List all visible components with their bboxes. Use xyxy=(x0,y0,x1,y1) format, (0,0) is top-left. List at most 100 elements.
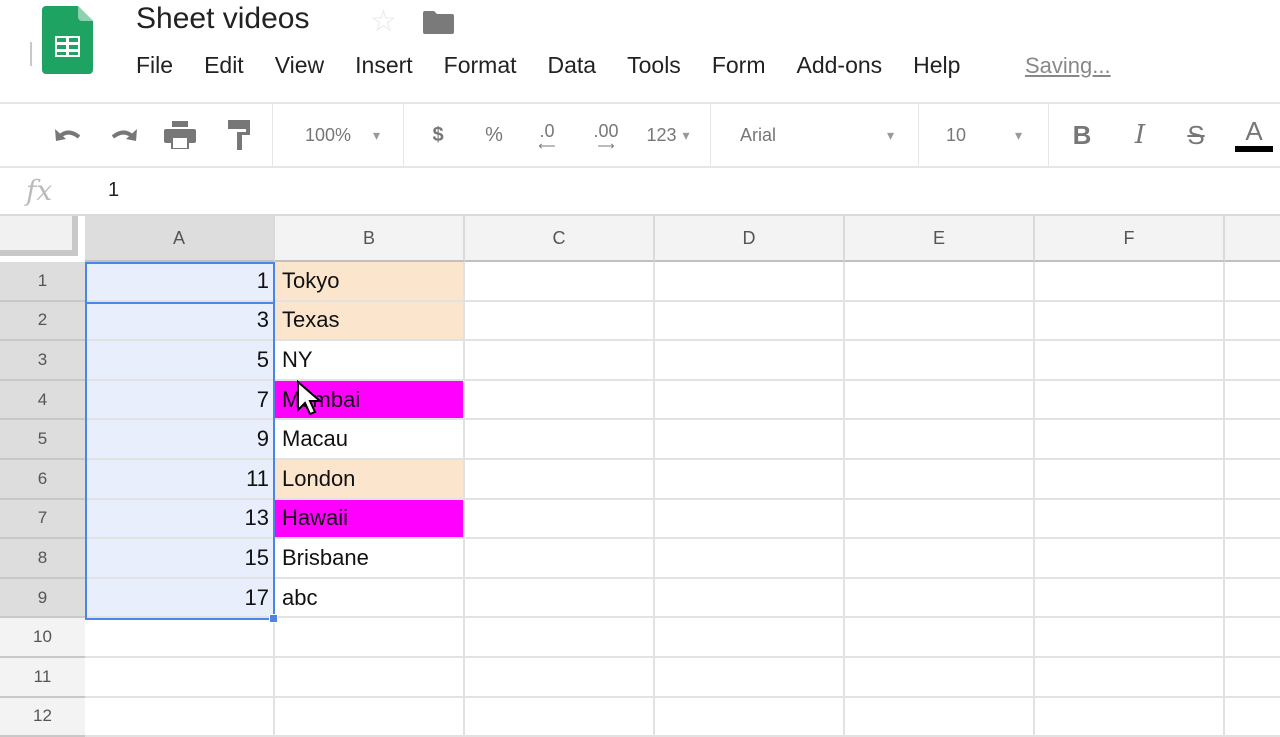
cell-e10[interactable] xyxy=(845,618,1035,658)
cell-d4[interactable] xyxy=(655,380,845,421)
menu-format[interactable]: Format xyxy=(444,52,517,82)
cell-g12[interactable] xyxy=(1225,698,1280,737)
cell-c12[interactable] xyxy=(465,697,655,737)
cell-g3[interactable] xyxy=(1225,341,1280,381)
row-header-8[interactable]: 8 xyxy=(0,539,85,579)
menu-edit[interactable]: Edit xyxy=(204,52,244,82)
cell-d12[interactable] xyxy=(655,697,845,737)
row-header-9[interactable]: 9 xyxy=(0,578,85,619)
cell-a11[interactable] xyxy=(85,658,275,698)
cell-g4[interactable] xyxy=(1225,381,1280,421)
cell-b10[interactable] xyxy=(275,618,465,658)
menu-tools[interactable]: Tools xyxy=(627,52,681,82)
cell-c9[interactable] xyxy=(465,578,655,619)
cell-e8[interactable] xyxy=(845,539,1035,579)
cell-f2[interactable] xyxy=(1035,301,1225,342)
cell-b2[interactable]: Texas xyxy=(275,301,465,342)
zoom-select[interactable]: 100% ▾ xyxy=(290,104,395,166)
strikethrough-button[interactable]: S xyxy=(1180,104,1212,166)
cell-a5[interactable]: 9 xyxy=(85,420,275,460)
formula-input[interactable]: 1 xyxy=(108,179,119,202)
cell-e12[interactable] xyxy=(845,697,1035,737)
undo-button[interactable] xyxy=(50,104,86,166)
cell-f7[interactable] xyxy=(1035,499,1225,540)
fill-handle[interactable] xyxy=(269,614,278,624)
number-format-select[interactable]: 123 ▾ xyxy=(638,104,698,166)
paint-format-button[interactable] xyxy=(222,104,256,166)
cell-f9[interactable] xyxy=(1035,578,1225,619)
save-status[interactable]: Saving... xyxy=(1025,53,1111,79)
cell-b5[interactable]: Macau xyxy=(275,420,465,460)
cell-b6[interactable]: London xyxy=(275,460,465,500)
cell-d2[interactable] xyxy=(655,301,845,342)
cell-c10[interactable] xyxy=(465,618,655,658)
document-title[interactable]: Sheet videos xyxy=(136,2,309,36)
row-header-4[interactable]: 4 xyxy=(0,380,85,421)
select-all-corner[interactable] xyxy=(0,216,78,256)
cell-c4[interactable] xyxy=(465,380,655,421)
cell-f12[interactable] xyxy=(1035,697,1225,737)
row-header-2[interactable]: 2 xyxy=(0,301,85,342)
row-header-10[interactable]: 10 xyxy=(0,618,85,658)
cell-d1[interactable] xyxy=(655,262,845,302)
cell-a8[interactable]: 15 xyxy=(85,539,275,579)
menu-data[interactable]: Data xyxy=(548,52,597,82)
cell-f3[interactable] xyxy=(1035,341,1225,381)
cell-b9[interactable]: abc xyxy=(275,578,465,619)
cell-e5[interactable] xyxy=(845,420,1035,460)
cell-g11[interactable] xyxy=(1225,658,1280,698)
cell-a6[interactable]: 11 xyxy=(85,460,275,500)
column-header-f[interactable]: F xyxy=(1035,216,1225,262)
cell-a1[interactable]: 1 xyxy=(85,262,275,302)
cell-c6[interactable] xyxy=(465,460,655,500)
cell-e4[interactable] xyxy=(845,380,1035,421)
menu-form[interactable]: Form xyxy=(712,52,766,82)
cell-f5[interactable] xyxy=(1035,420,1225,460)
row-header-3[interactable]: 3 xyxy=(0,341,85,381)
cell-e6[interactable] xyxy=(845,460,1035,500)
menu-add-ons[interactable]: Add-ons xyxy=(796,52,882,82)
cell-e2[interactable] xyxy=(845,301,1035,342)
cell-f8[interactable] xyxy=(1035,539,1225,579)
italic-button[interactable]: I xyxy=(1124,104,1156,166)
cell-f6[interactable] xyxy=(1035,460,1225,500)
cell-f1[interactable] xyxy=(1035,262,1225,302)
redo-button[interactable] xyxy=(106,104,142,166)
column-header-d[interactable]: D xyxy=(655,216,845,262)
cell-e7[interactable] xyxy=(845,499,1035,540)
cell-e9[interactable] xyxy=(845,578,1035,619)
bold-button[interactable]: B xyxy=(1066,104,1098,166)
decrease-decimal-button[interactable]: .0 ⟵ xyxy=(530,104,564,166)
cell-c1[interactable] xyxy=(465,262,655,302)
print-button[interactable] xyxy=(162,104,198,166)
increase-decimal-button[interactable]: .00 ⟶ xyxy=(586,104,626,166)
cell-f11[interactable] xyxy=(1035,658,1225,698)
cell-c2[interactable] xyxy=(465,301,655,342)
currency-button[interactable]: $ xyxy=(424,104,452,166)
cell-a2[interactable]: 3 xyxy=(85,301,275,342)
column-header-g[interactable] xyxy=(1225,216,1280,262)
column-header-e[interactable]: E xyxy=(845,216,1035,262)
cell-g2[interactable] xyxy=(1225,302,1280,342)
menu-file[interactable]: File xyxy=(136,52,173,82)
cell-f4[interactable] xyxy=(1035,380,1225,421)
cell-g5[interactable] xyxy=(1225,420,1280,460)
cell-e11[interactable] xyxy=(845,658,1035,698)
row-header-7[interactable]: 7 xyxy=(0,499,85,540)
cell-a9[interactable]: 17 xyxy=(85,578,275,619)
cell-b11[interactable] xyxy=(275,658,465,698)
text-color-button[interactable]: A xyxy=(1234,104,1274,166)
star-icon[interactable]: ☆ xyxy=(370,4,397,39)
row-header-12[interactable]: 12 xyxy=(0,697,85,737)
font-family-select[interactable]: Arial ▾ xyxy=(722,104,912,166)
cell-c11[interactable] xyxy=(465,658,655,698)
cell-d11[interactable] xyxy=(655,658,845,698)
sheets-logo-icon[interactable] xyxy=(42,6,93,74)
cell-a10[interactable] xyxy=(85,618,275,658)
cell-a7[interactable]: 13 xyxy=(85,499,275,540)
row-header-11[interactable]: 11 xyxy=(0,658,85,698)
cell-b12[interactable] xyxy=(275,697,465,737)
cell-g8[interactable] xyxy=(1225,539,1280,579)
cell-c3[interactable] xyxy=(465,341,655,381)
row-header-5[interactable]: 5 xyxy=(0,420,85,460)
